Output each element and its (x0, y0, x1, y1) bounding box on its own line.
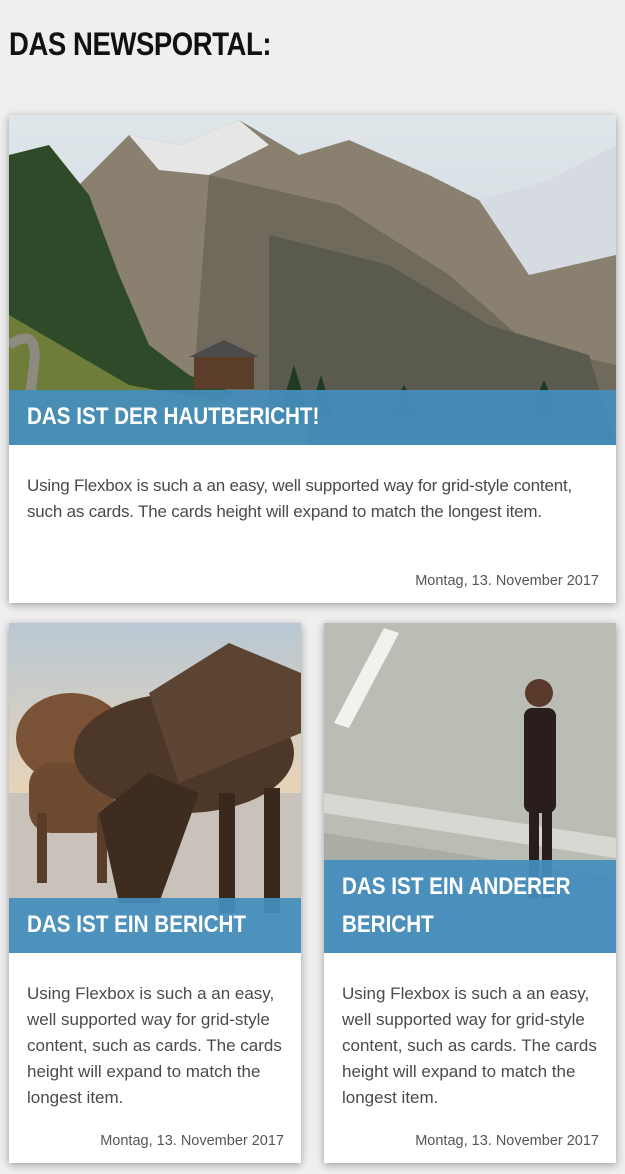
card-text: Using Flexbox is such a an easy, well su… (27, 476, 573, 521)
card-headline: DAS IST EIN BERICHT (9, 898, 301, 953)
card-text: Using Flexbox is such a an easy, well su… (27, 984, 282, 1107)
card-date: Montag, 13. November 2017 (415, 1133, 599, 1149)
card-image-man: DAS IST EIN ANDERER BERICHT (324, 623, 616, 953)
page-title: DAS NEWSPORTAL: (9, 26, 272, 62)
card-text: Using Flexbox is such a an easy, well su… (342, 984, 597, 1107)
news-card-horses[interactable]: DAS IST EIN BERICHT Using Flexbox is suc… (9, 623, 301, 1163)
card-headline: DAS IST DER HAUTBERICHT! (9, 390, 616, 445)
card-date: Montag, 13. November 2017 (100, 1133, 284, 1149)
news-card-man[interactable]: DAS IST EIN ANDERER BERICHT Using Flexbo… (324, 623, 616, 1163)
card-image-mountains: DAS IST DER HAUTBERICHT! (9, 115, 616, 445)
card-date: Montag, 13. November 2017 (415, 573, 599, 589)
main-news-card[interactable]: DAS IST DER HAUTBERICHT! Using Flexbox i… (9, 115, 616, 603)
card-image-horses: DAS IST EIN BERICHT (9, 623, 301, 953)
card-headline: DAS IST EIN ANDERER BERICHT (324, 860, 616, 953)
